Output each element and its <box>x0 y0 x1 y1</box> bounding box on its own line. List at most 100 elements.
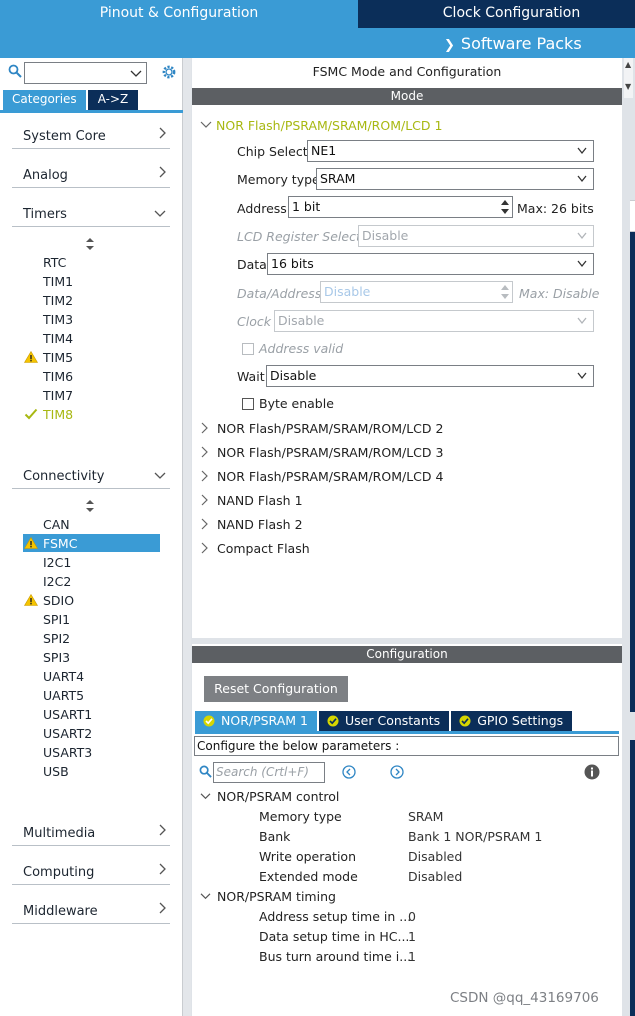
category-computing[interactable]: Computing <box>12 859 170 885</box>
tab-label: NOR/PSRAM 1 <box>221 713 308 728</box>
address-valid-label: Address valid <box>259 341 344 356</box>
parameter-group[interactable]: NOR/PSRAM control <box>200 789 339 804</box>
peripheral-item-tim4[interactable]: TIM4 <box>23 329 160 347</box>
peripheral-item-uart5[interactable]: UART5 <box>23 686 160 704</box>
parameter-value[interactable]: SRAM <box>408 809 443 824</box>
peripheral-label: USART2 <box>43 726 93 741</box>
tab-gpio-settings[interactable]: GPIO Settings <box>451 711 573 731</box>
tab-categories[interactable]: Categories <box>3 90 86 110</box>
chip-select-dropdown[interactable]: NE1 <box>307 140 594 162</box>
peripheral-item-spi2[interactable]: SPI2 <box>23 629 160 647</box>
sort-icon[interactable] <box>86 238 94 250</box>
panel-title: FSMC Mode and Configuration <box>312 64 502 79</box>
peripheral-item-sdio[interactable]: SDIO <box>23 591 160 609</box>
parameter-name[interactable]: Extended mode <box>259 869 358 884</box>
tab-clock-configuration[interactable]: Clock Configuration <box>358 0 635 28</box>
data-address-spinner[interactable]: Disable <box>320 281 513 303</box>
data-width-dropdown[interactable]: 16 bits <box>267 253 594 275</box>
category-analog[interactable]: Analog <box>12 162 170 188</box>
peripheral-item-fsmc[interactable]: FSMC <box>23 534 160 552</box>
peripheral-item-i2c2[interactable]: I2C2 <box>23 572 160 590</box>
peripheral-item-usb[interactable]: USB <box>23 762 160 780</box>
tree-node-label: Compact Flash <box>217 541 310 556</box>
tree-node-collapsed[interactable]: NOR Flash/PSRAM/SRAM/ROM/LCD 2 <box>200 421 443 436</box>
top-tab-bar: Pinout & Configuration Clock Configurati… <box>0 0 635 28</box>
parameter-value[interactable]: Disabled <box>408 849 462 864</box>
tree-node-label: NAND Flash 2 <box>217 517 303 532</box>
dropdown-value: Disable <box>362 228 409 243</box>
category-connectivity[interactable]: Connectivity <box>12 463 170 489</box>
spin-arrows-icon[interactable] <box>500 283 510 301</box>
peripheral-item-can[interactable]: CAN <box>23 515 160 533</box>
tree-node-collapsed[interactable]: NAND Flash 2 <box>200 517 303 532</box>
parameter-name[interactable]: Data setup time in HC... <box>259 929 409 944</box>
tree-node-collapsed[interactable]: NAND Flash 1 <box>200 493 303 508</box>
lcd-register-select-dropdown[interactable]: Disable <box>358 225 594 247</box>
address-valid-checkbox[interactable] <box>242 343 254 355</box>
peripheral-item-tim2[interactable]: TIM2 <box>23 291 160 309</box>
panel-splitter[interactable] <box>183 58 191 1016</box>
peripheral-item-usart2[interactable]: USART2 <box>23 724 160 742</box>
peripheral-item-tim7[interactable]: TIM7 <box>23 386 160 404</box>
parameter-value[interactable]: 0 <box>408 909 416 924</box>
category-multimedia[interactable]: Multimedia <box>12 820 170 846</box>
tree-node-nor-lcd-1[interactable]: NOR Flash/PSRAM/SRAM/ROM/LCD 1 <box>200 118 442 133</box>
byte-enable-checkbox[interactable] <box>242 398 254 410</box>
tree-node-collapsed[interactable]: NOR Flash/PSRAM/SRAM/ROM/LCD 4 <box>200 469 443 484</box>
tab-nor-psram-1[interactable]: NOR/PSRAM 1 <box>195 711 317 731</box>
previous-result-icon[interactable] <box>342 765 356 779</box>
tab-label: User Constants <box>345 713 441 728</box>
peripheral-item-tim8[interactable]: TIM8 <box>23 405 160 423</box>
parameter-value[interactable]: Bank 1 NOR/PSRAM 1 <box>408 829 542 844</box>
category-system-core[interactable]: System Core <box>12 123 170 149</box>
sort-icon[interactable] <box>86 500 94 512</box>
scrollbar[interactable]: ▲ ▼ <box>624 58 633 98</box>
check-icon <box>24 408 38 420</box>
category-timers[interactable]: Timers <box>12 201 170 227</box>
peripheral-item-tim3[interactable]: TIM3 <box>23 310 160 328</box>
peripheral-search <box>6 62 180 86</box>
parameter-group[interactable]: NOR/PSRAM timing <box>200 889 336 904</box>
software-packs-menu[interactable]: ❯ Software Packs <box>444 34 582 53</box>
parameter-name[interactable]: Address setup time in ... <box>259 909 411 924</box>
peripheral-label: SPI2 <box>43 631 71 646</box>
spin-arrows-icon[interactable] <box>500 198 510 216</box>
tab-user-constants[interactable]: User Constants <box>319 711 450 731</box>
info-icon[interactable] <box>584 764 600 780</box>
peripheral-item-tim6[interactable]: TIM6 <box>23 367 160 385</box>
next-result-icon[interactable] <box>390 765 404 779</box>
peripheral-item-spi3[interactable]: SPI3 <box>23 648 160 666</box>
peripheral-item-tim1[interactable]: TIM1 <box>23 272 160 290</box>
peripheral-item-spi1[interactable]: SPI1 <box>23 610 160 628</box>
parameter-name[interactable]: Write operation <box>259 849 356 864</box>
peripheral-item-tim5[interactable]: TIM5 <box>23 348 160 366</box>
scroll-up-icon[interactable]: ▲ <box>625 60 631 69</box>
tree-node-collapsed[interactable]: NOR Flash/PSRAM/SRAM/ROM/LCD 3 <box>200 445 443 460</box>
tab-pinout-configuration[interactable]: Pinout & Configuration <box>0 0 358 28</box>
category-middleware[interactable]: Middleware <box>12 898 170 924</box>
peripheral-item-usart3[interactable]: USART3 <box>23 743 160 761</box>
parameter-name[interactable]: Memory type <box>259 809 342 824</box>
parameter-search-input[interactable]: Search (Crtl+F) <box>213 762 325 783</box>
peripheral-item-i2c1[interactable]: I2C1 <box>23 553 160 571</box>
reset-configuration-button[interactable]: Reset Configuration <box>204 676 348 702</box>
peripheral-item-uart4[interactable]: UART4 <box>23 667 160 685</box>
address-spinner[interactable]: 1 bit <box>288 196 513 218</box>
clock-dropdown[interactable]: Disable <box>274 310 594 332</box>
parameter-name[interactable]: Bank <box>259 829 290 844</box>
memory-type-dropdown[interactable]: SRAM <box>316 168 594 190</box>
scroll-down-icon[interactable]: ▼ <box>625 82 631 91</box>
peripheral-item-rtc[interactable]: RTC <box>23 253 160 271</box>
parameter-value[interactable]: 1 <box>408 949 416 964</box>
parameter-name[interactable]: Bus turn around time i... <box>259 949 411 964</box>
parameter-value[interactable]: Disabled <box>408 869 462 884</box>
tab-a-z[interactable]: A->Z <box>87 90 139 110</box>
chevron-down-icon <box>577 147 587 155</box>
parameter-value[interactable]: 1 <box>408 929 416 944</box>
peripheral-item-usart1[interactable]: USART1 <box>23 705 160 723</box>
category-view-tabs: Categories A->Z <box>3 90 139 110</box>
gear-icon[interactable] <box>160 63 178 81</box>
peripheral-search-input[interactable] <box>24 62 147 84</box>
tree-node-collapsed[interactable]: Compact Flash <box>200 541 310 556</box>
wait-dropdown[interactable]: Disable <box>266 365 594 387</box>
